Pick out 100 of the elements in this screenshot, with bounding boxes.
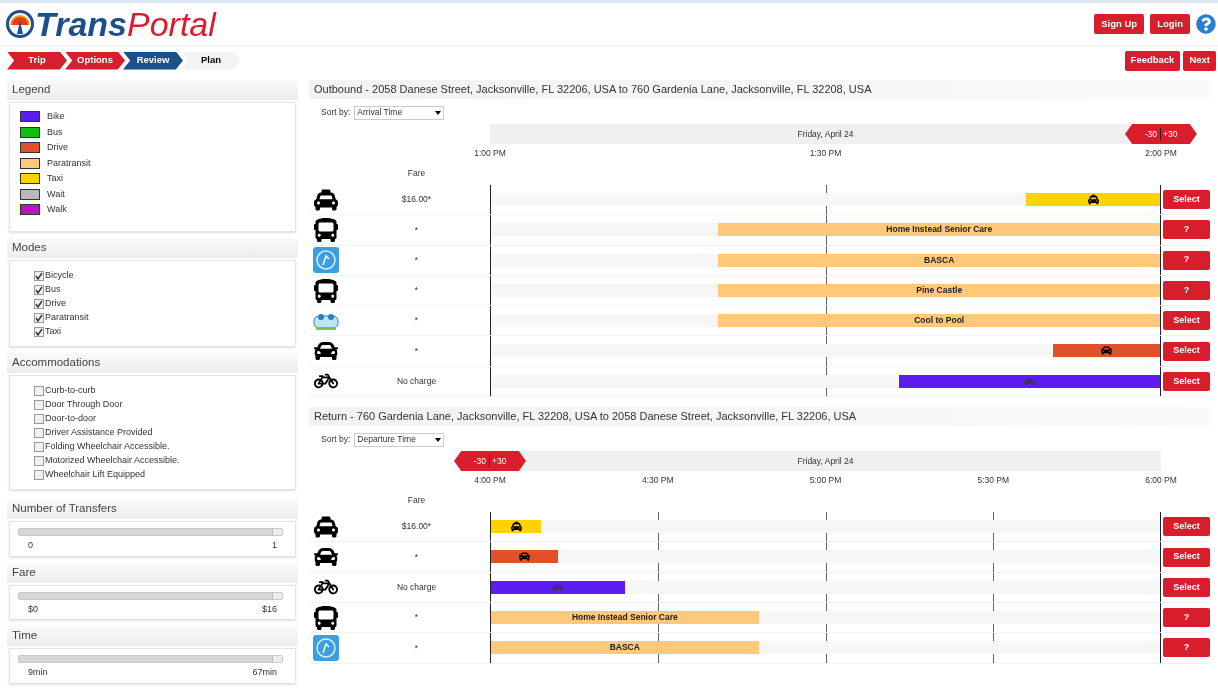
panel-header: Accommodations (7, 353, 298, 373)
taxi-icon (510, 521, 522, 533)
checkbox[interactable] (34, 399, 44, 410)
logo-text: TransPortal (35, 7, 216, 41)
slider-handle[interactable] (272, 592, 282, 599)
trip-bar[interactable]: Pine Castle (718, 283, 1160, 297)
info-button[interactable]: ? (1163, 220, 1210, 240)
trip-bar[interactable]: Home Instead Senior Care (718, 223, 1160, 237)
fare-value: * (414, 641, 419, 655)
step-tab[interactable]: Options (65, 51, 125, 70)
panel-header: Number of Transfers (7, 499, 298, 519)
legend-label: Drive (47, 141, 68, 154)
checkbox[interactable] (34, 469, 44, 480)
select-button[interactable]: Select (1163, 371, 1210, 391)
checkbox[interactable] (34, 298, 44, 309)
select-button[interactable]: Select (1163, 311, 1210, 331)
car-icon (1100, 345, 1112, 357)
slider-max-label: $16 (261, 602, 277, 616)
time-tick-label: 1:30 PM (809, 147, 842, 160)
time-tick-label: 4:30 PM (641, 474, 674, 487)
checkbox[interactable] (34, 413, 44, 424)
taxi-icon (1087, 194, 1099, 205)
trip-bar[interactable] (491, 520, 542, 534)
trip-bar[interactable]: Cool to Pool (718, 314, 1160, 328)
legend-label: Bus (47, 125, 63, 139)
option-label: Wheelchair Lift Equipped (45, 467, 146, 481)
fare-value: * (414, 344, 419, 358)
checkbox[interactable] (34, 441, 44, 452)
trip-bar[interactable]: BASCA (718, 253, 1160, 267)
time-window-badge[interactable]: -30 +30 (454, 451, 526, 472)
bus-icon (314, 217, 338, 242)
header-button[interactable]: Sign Up (1094, 14, 1145, 34)
trip-bar[interactable] (491, 550, 558, 564)
checkbox[interactable] (34, 284, 44, 295)
trip-bar[interactable] (1052, 344, 1160, 358)
slider-handle[interactable] (272, 656, 282, 662)
checkbox[interactable] (34, 385, 44, 396)
trip-bar[interactable]: BASCA (491, 641, 759, 655)
trip-bar[interactable] (899, 374, 1160, 388)
fare-value: * (414, 314, 419, 328)
select-button[interactable]: Select (1163, 341, 1210, 361)
sort-dropdown[interactable]: Arrival Time (354, 105, 445, 120)
step-tab[interactable]: Trip (7, 51, 67, 70)
bus-icon (314, 605, 338, 630)
legend-label: Paratransit (47, 156, 91, 170)
legend-label: Walk (47, 203, 67, 216)
trip-bar[interactable] (491, 580, 625, 594)
minus-label[interactable]: -30 (473, 454, 490, 468)
bicycle-icon (552, 581, 564, 593)
info-button[interactable]: ? (1163, 250, 1210, 270)
checkbox[interactable] (34, 455, 44, 466)
sort-dropdown[interactable]: Departure Time (354, 432, 445, 447)
checkbox[interactable] (34, 326, 44, 337)
option-label: Driver Assistance Provided (45, 425, 153, 439)
time-tick-label: 1:00 PM (474, 147, 506, 160)
panel-header: Legend (7, 80, 298, 100)
step-tab[interactable]: Plan (181, 51, 241, 70)
select-button[interactable]: Select (1163, 577, 1210, 597)
fare-value: $16.00* (401, 193, 432, 206)
legend-label: Wait (47, 187, 65, 201)
legend-label: Bike (47, 110, 65, 123)
header-button[interactable]: Login (1150, 14, 1190, 34)
bus-icon (314, 278, 338, 303)
option-label: Bicycle (45, 268, 74, 282)
minus-label[interactable]: -30 (1144, 127, 1161, 141)
step-tab[interactable]: Review (123, 51, 183, 70)
info-button[interactable]: ? (1163, 638, 1210, 658)
select-button[interactable]: Select (1163, 190, 1210, 210)
fare-header: Fare (407, 493, 426, 507)
time-tick-label: 2:00 PM (1145, 147, 1177, 160)
slider-min-label: $0 (28, 602, 38, 616)
panel-header: Fare (7, 562, 298, 583)
action-button[interactable]: Feedback (1124, 50, 1181, 71)
plus-label[interactable]: +30 (1162, 127, 1178, 141)
checkbox[interactable] (34, 312, 44, 323)
taxi-icon (314, 514, 338, 539)
caret-icon (435, 110, 442, 115)
fare-value: * (414, 253, 419, 267)
plus-label[interactable]: +30 (491, 454, 507, 468)
slider-handle[interactable] (272, 529, 282, 535)
select-button[interactable]: Select (1163, 517, 1210, 537)
select-button[interactable]: Select (1163, 547, 1210, 567)
info-button[interactable]: ? (1163, 281, 1210, 301)
info-button[interactable]: ? (1163, 608, 1210, 628)
fare-value: * (414, 223, 419, 237)
fare-value: * (414, 611, 419, 624)
time-tick-label: 5:00 PM (809, 474, 842, 487)
checkbox[interactable] (34, 427, 44, 438)
trip-title: Return - 760 Gardenia Lane, Jacksonville, FL 32208, USA to 2058 Danese Street, Jacksonville, FL 32206, USA (309, 407, 1211, 427)
trip-bar[interactable] (1026, 193, 1160, 206)
help-icon[interactable] (1196, 14, 1216, 34)
fare-value: * (414, 284, 419, 297)
trip-bar[interactable]: Home Instead Senior Care (491, 610, 759, 624)
checkbox[interactable] (34, 270, 44, 281)
action-button[interactable]: Next (1183, 50, 1216, 71)
option-label: Motorized Wheelchair Accessible. (45, 453, 180, 467)
slider-min-label: 9min (28, 666, 48, 679)
sort-label: Sort by: (321, 433, 351, 446)
time-window-badge[interactable]: -30 +30 (1125, 124, 1197, 144)
option-label: Folding Wheelchair Accessible. (45, 439, 170, 453)
